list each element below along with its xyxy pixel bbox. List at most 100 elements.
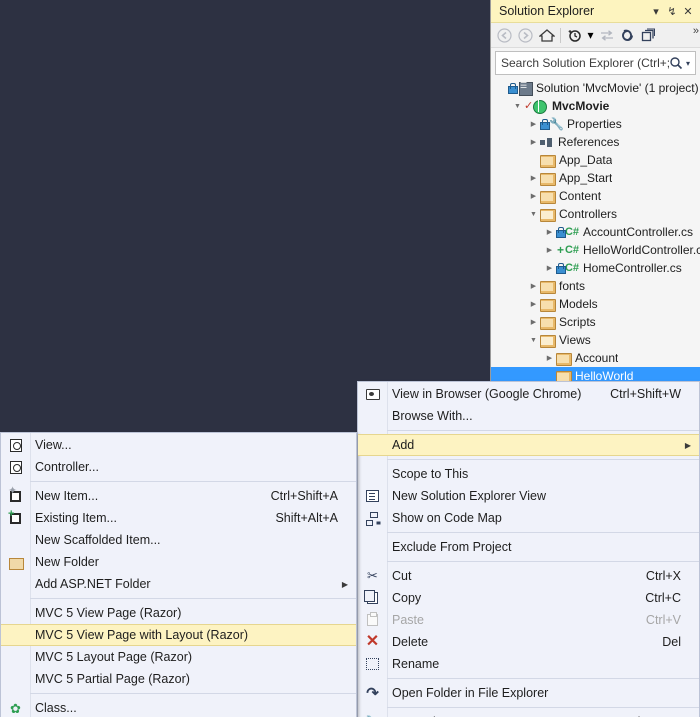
tree-node-icon-group	[540, 136, 554, 149]
folder-icon	[540, 298, 556, 312]
tree-node[interactable]: ▶ App_Start	[491, 169, 700, 187]
tree-node-label: MvcMovie	[552, 99, 610, 113]
tree-node[interactable]: Solution 'MvcMovie' (1 project)	[491, 79, 700, 97]
check-badge-icon: ✓	[524, 99, 534, 112]
folder-open-icon	[540, 334, 556, 348]
tree-expander[interactable]: ▶	[527, 174, 540, 182]
tree-node[interactable]: ▶ Content	[491, 187, 700, 205]
tree-node[interactable]: ▼ Controllers	[491, 205, 700, 223]
tree-node[interactable]: ▶ C# AccountController.cs	[491, 223, 700, 241]
menu-item[interactable]: ✦ New Item... Ctrl+Shift+A	[1, 485, 356, 507]
tree-expander[interactable]: ▶	[543, 354, 556, 362]
tree-node-label: fonts	[559, 279, 586, 293]
toolbar-overflow-icon[interactable]: »	[693, 25, 699, 37]
menu-item[interactable]: New Scaffolded Item...	[1, 529, 356, 551]
tree-node[interactable]: ▼ ✓ MvcMovie	[491, 97, 700, 115]
pin-icon[interactable]: ↯	[664, 2, 680, 20]
home-icon[interactable]	[536, 25, 557, 46]
forward-icon[interactable]	[515, 25, 536, 46]
menu-item[interactable]: MVC 5 Layout Page (Razor)	[1, 646, 356, 668]
editor-background	[0, 0, 490, 432]
menu-item-label: Class...	[35, 701, 77, 715]
menu-item[interactable]: Exclude From Project	[358, 536, 699, 558]
menu-item[interactable]: Copy Ctrl+C	[358, 587, 699, 609]
tree-node-icon-group: 🔧	[540, 117, 564, 131]
open-folder-icon: ↷	[366, 684, 379, 702]
search-dropdown-icon[interactable]: ▾	[683, 59, 693, 68]
menu-item[interactable]: Controller...	[1, 456, 356, 478]
sync-with-document-icon[interactable]	[596, 25, 617, 46]
tree-node-label: Properties	[567, 117, 622, 131]
menu-item-label: Delete	[392, 635, 429, 649]
collapse-all-icon[interactable]	[638, 25, 659, 46]
tree-node-icon-group	[540, 208, 556, 222]
tree-node-icon-group	[556, 352, 572, 366]
tree-node[interactable]: ▶ C# HomeController.cs	[491, 259, 700, 277]
refresh-icon[interactable]	[617, 25, 638, 46]
tree-expander[interactable]: ▶	[527, 120, 540, 128]
menu-item-label: Copy	[392, 591, 422, 605]
search-icon[interactable]	[669, 56, 683, 70]
close-icon[interactable]: ✕	[680, 2, 696, 20]
tree-node[interactable]: ▶ 🔧 Properties	[491, 115, 700, 133]
menu-item[interactable]: Add ▶	[358, 434, 699, 456]
tree-expander[interactable]: ▶	[527, 138, 540, 146]
menu-item[interactable]: MVC 5 Partial Page (Razor)	[1, 668, 356, 690]
tree-node[interactable]: App_Data	[491, 151, 700, 169]
menu-item[interactable]: ↷ Open Folder in File Explorer	[358, 682, 699, 704]
tree-expander[interactable]: ▶	[527, 300, 540, 308]
menu-item-label: MVC 5 View Page with Layout (Razor)	[35, 628, 249, 642]
menu-item[interactable]: ✕ Delete Del	[358, 631, 699, 653]
tree-node[interactable]: ▼ Views	[491, 331, 700, 349]
menu-separator	[387, 707, 699, 708]
menu-item-shortcut: Ctrl+X	[645, 569, 681, 583]
menu-item-label: Rename	[392, 657, 440, 671]
menu-item[interactable]: 🔧PropertiesAlt+Enter	[358, 711, 699, 717]
pending-changes-dropdown-icon[interactable]: ▾	[585, 25, 596, 46]
paste-icon	[367, 612, 378, 626]
menu-item[interactable]: New Solution Explorer View	[358, 485, 699, 507]
menu-item[interactable]: ✂ Cut Ctrl+X	[358, 565, 699, 587]
pending-changes-icon[interactable]	[564, 25, 585, 46]
chevron-down-icon[interactable]: ▾	[648, 2, 664, 20]
search-input[interactable]	[501, 56, 669, 70]
tree-expander[interactable]: ▶	[543, 264, 556, 272]
menu-item-label: MVC 5 Partial Page (Razor)	[35, 672, 190, 686]
tree-expander[interactable]: ▶	[527, 282, 540, 290]
menu-separator	[30, 598, 356, 599]
menu-separator	[387, 532, 699, 533]
visual-studio-window: Solution Explorer ▾ ↯ ✕ ▾ » Search Solut…	[0, 0, 700, 717]
tree-expander[interactable]: ▼	[527, 337, 540, 344]
tree-expander[interactable]: ▼	[511, 103, 524, 110]
tree-expander[interactable]: ▶	[543, 246, 556, 254]
menu-item[interactable]: ✿ Class...	[1, 697, 356, 717]
menu-item[interactable]: MVC 5 View Page (Razor)	[1, 602, 356, 624]
menu-item-shortcut: Shift+Alt+A	[275, 511, 338, 525]
tree-node[interactable]: ▶ Scripts	[491, 313, 700, 331]
menu-item[interactable]: + Existing Item... Shift+Alt+A	[1, 507, 356, 529]
tree-expander[interactable]: ▶	[527, 192, 540, 200]
tree-expander[interactable]: ▶	[543, 228, 556, 236]
menu-item[interactable]: Rename	[358, 653, 699, 675]
tree-node[interactable]: ▶ Models	[491, 295, 700, 313]
menu-item-icon	[358, 388, 387, 400]
menu-item[interactable]: Add ASP.NET Folder ▶	[1, 573, 356, 595]
menu-item[interactable]: Scope to This	[358, 463, 699, 485]
menu-item-icon: ↷	[358, 684, 387, 702]
menu-item[interactable]: Show on Code Map	[358, 507, 699, 529]
tree-node[interactable]: ▶ + C# HelloWorldController.cs	[491, 241, 700, 259]
menu-item[interactable]: View...	[1, 434, 356, 456]
menu-item[interactable]: Browse With...	[358, 405, 699, 427]
tree-expander[interactable]: ▶	[527, 318, 540, 326]
menu-item[interactable]: View in Browser (Google Chrome) Ctrl+Shif…	[358, 383, 699, 405]
tree-node-icon-group: + C#	[556, 243, 579, 257]
tree-node[interactable]: ▶ fonts	[491, 277, 700, 295]
menu-item[interactable]: New Folder	[1, 551, 356, 573]
back-icon[interactable]	[494, 25, 515, 46]
search-box[interactable]: ▾	[495, 51, 696, 75]
menu-item[interactable]: MVC 5 View Page with Layout (Razor)	[1, 624, 356, 646]
tree-node[interactable]: ▶ References	[491, 133, 700, 151]
tree-node[interactable]: ▶ Account	[491, 349, 700, 367]
folder-icon	[540, 316, 556, 330]
tree-expander[interactable]: ▼	[527, 211, 540, 218]
